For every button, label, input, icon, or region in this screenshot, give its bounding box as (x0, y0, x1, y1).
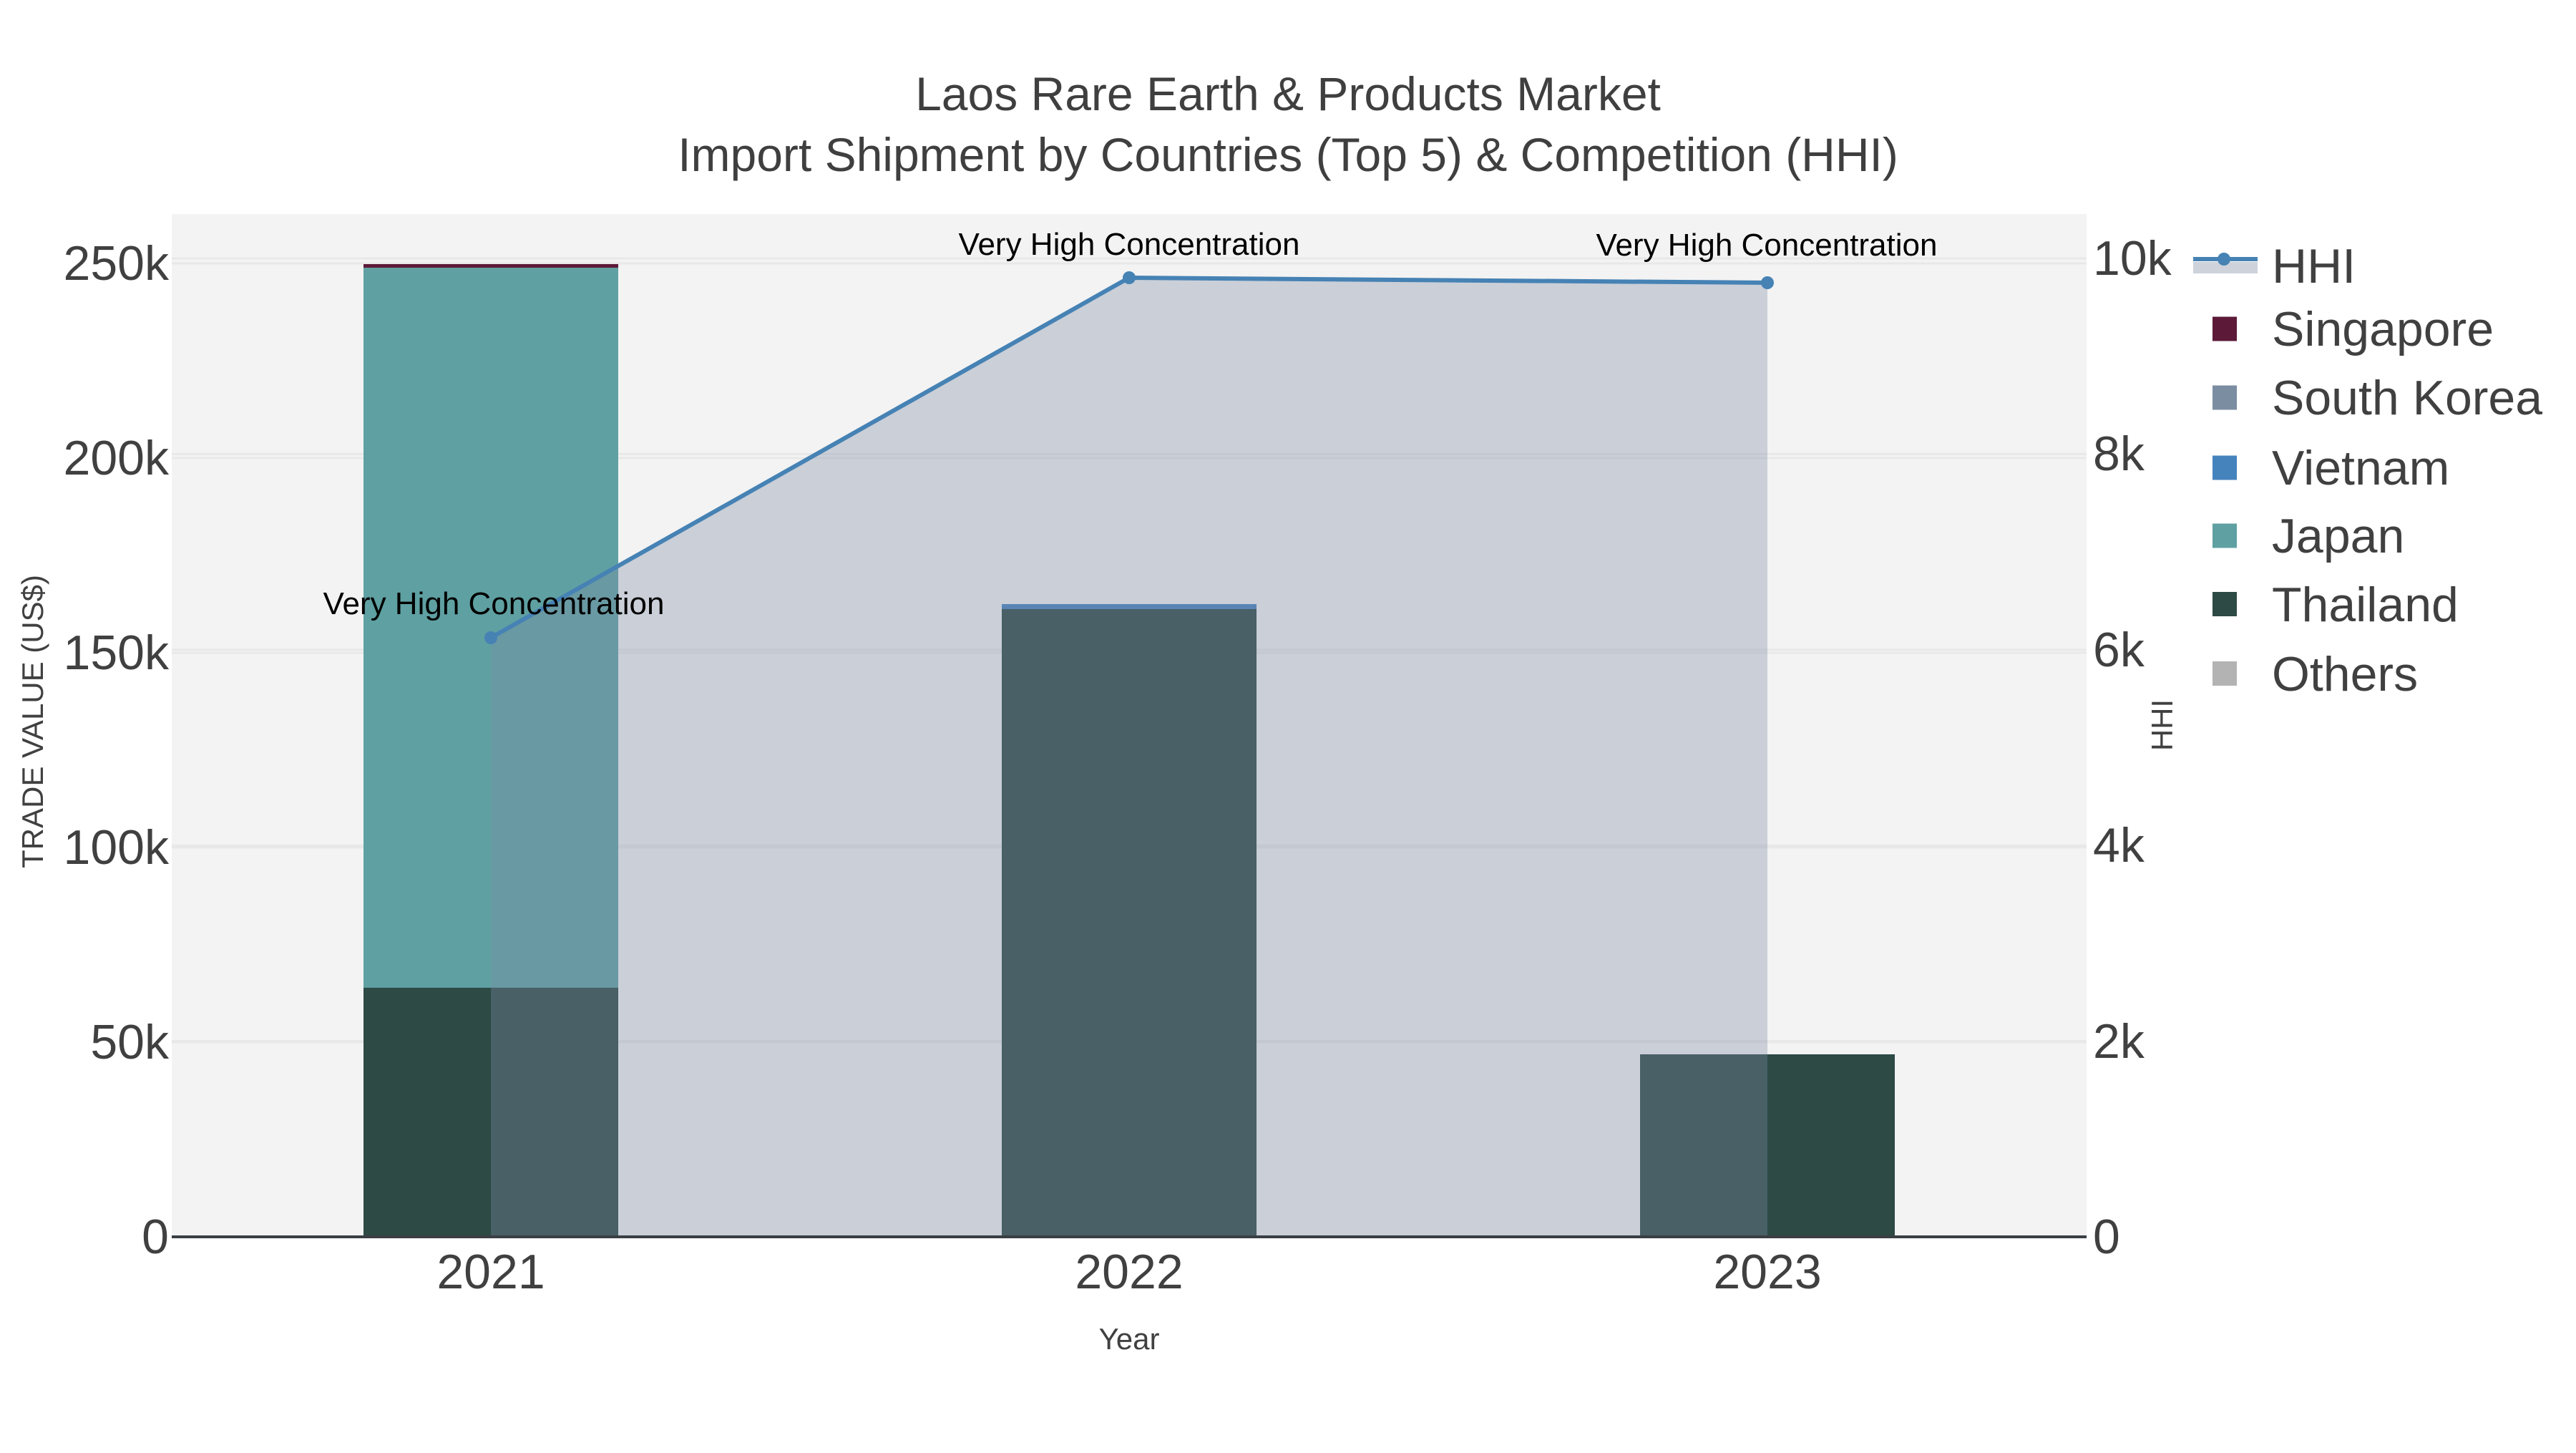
svg-text:10k: 10k (2093, 231, 2172, 286)
svg-text:Laos Rare Earth & Products Mar: Laos Rare Earth & Products Market (915, 67, 1661, 120)
svg-text:Thailand: Thailand (2272, 578, 2459, 632)
svg-text:0: 0 (142, 1210, 169, 1264)
svg-text:4k: 4k (2093, 818, 2145, 873)
svg-text:2023: 2023 (1713, 1245, 1821, 1299)
svg-text:TRADE VALUE (US$): TRADE VALUE (US$) (16, 575, 49, 868)
svg-text:South Korea: South Korea (2272, 371, 2542, 425)
svg-text:Very High Concentration: Very High Concentration (1596, 228, 1938, 263)
svg-text:250k: 250k (64, 236, 170, 291)
svg-text:2021: 2021 (436, 1245, 545, 1299)
svg-text:Vietnam: Vietnam (2272, 441, 2449, 495)
svg-text:Year: Year (1099, 1322, 1160, 1356)
svg-text:6k: 6k (2093, 623, 2145, 677)
svg-text:2k: 2k (2093, 1014, 2145, 1069)
svg-text:150k: 150k (64, 626, 170, 680)
svg-text:Import Shipment by Countries (: Import Shipment by Countries (Top 5) & C… (678, 128, 1898, 181)
svg-text:Singapore: Singapore (2272, 302, 2494, 356)
svg-text:HHI: HHI (2272, 239, 2356, 293)
svg-text:Others: Others (2272, 647, 2418, 701)
svg-text:2022: 2022 (1075, 1245, 1183, 1299)
svg-text:Very High Concentration: Very High Concentration (323, 586, 665, 621)
svg-text:50k: 50k (90, 1015, 170, 1069)
svg-text:8k: 8k (2093, 427, 2145, 481)
svg-text:100k: 100k (64, 820, 170, 875)
svg-text:0: 0 (2093, 1210, 2120, 1264)
svg-text:HHI: HHI (2145, 699, 2179, 751)
svg-text:Japan: Japan (2272, 509, 2404, 563)
svg-text:Very High Concentration: Very High Concentration (959, 227, 1300, 262)
svg-text:200k: 200k (64, 431, 170, 485)
